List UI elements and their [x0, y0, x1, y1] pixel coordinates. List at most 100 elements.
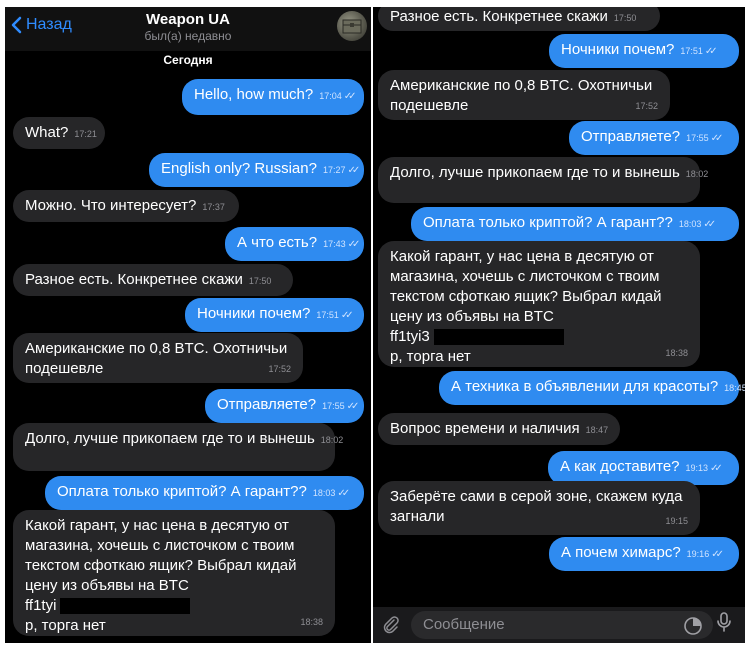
read-check-icon: ✓✓: [347, 165, 360, 176]
read-check-icon: ✓✓: [343, 91, 357, 102]
message-time: 18:38: [300, 617, 323, 627]
message-time: 18:45✓✓: [724, 383, 745, 393]
message-text: Можно. Что интересует?: [25, 197, 197, 214]
message-time: 17:55 ✓✓: [322, 401, 360, 412]
message-text: А как доставите?: [560, 458, 680, 475]
chat-header: Назад Weapon UA был(а) недавно: [5, 7, 371, 51]
message-text: English only? Russian?: [161, 160, 317, 177]
message-text: А почем химарс?: [561, 544, 681, 561]
outgoing-message[interactable]: А техника в объявлении для красоты? 18:45…: [439, 371, 745, 405]
incoming-message[interactable]: Американские по 0,8 BTC. Охотничьи подеше…: [13, 333, 303, 383]
message-line: подешевле: [25, 360, 104, 377]
crate-icon: [342, 19, 362, 34]
incoming-message[interactable]: Долго, лучше прикопаем где то и вынешь 18…: [378, 157, 708, 203]
message-time: 17:04 ✓✓: [319, 91, 357, 102]
message-time: 17:51 ✓✓: [680, 46, 718, 57]
message-time: 17:50: [248, 276, 272, 286]
incoming-message[interactable]: Какой гарант, у нас цена в десятую от маг…: [378, 241, 700, 367]
incoming-message[interactable]: Можно. Что интересует? 17:37: [13, 190, 239, 222]
date-separator: Сегодня: [163, 53, 213, 67]
message-text: Разное есть. Конкретнее скажи: [390, 8, 608, 25]
incoming-message[interactable]: Заберёте сами в серой зоне, скажем куда з…: [378, 481, 700, 535]
outgoing-message[interactable]: А что есть? 17:43 ✓✓: [225, 227, 364, 261]
read-check-icon: ✓✓: [711, 549, 724, 560]
avatar[interactable]: [337, 11, 367, 41]
message-text: Ночники почем?: [197, 305, 311, 322]
message-time: 17:52: [268, 364, 291, 374]
message-time: 18:03 ✓✓: [678, 219, 716, 230]
read-check-icon: ✓✓: [346, 401, 360, 412]
message-text: Оплата только криптой? А гарант??: [423, 214, 673, 231]
outgoing-message[interactable]: Hello, how much? 17:04 ✓✓: [182, 79, 364, 115]
message-time: 17:27 ✓✓: [322, 165, 360, 176]
message-text: Ночники почем?: [561, 41, 675, 58]
sticker-icon[interactable]: [683, 616, 703, 636]
message-composer: Сообщение: [373, 607, 745, 643]
message-text: Долго, лучше прикопаем где то и вынешь: [390, 164, 680, 181]
message-time: 18:47: [585, 425, 609, 435]
paperclip-icon[interactable]: [381, 615, 401, 635]
outgoing-message[interactable]: Ночники почем? 17:51 ✓✓: [549, 34, 739, 68]
incoming-message[interactable]: Разное есть. Конкретнее скажи 17:50: [13, 264, 293, 296]
outgoing-message[interactable]: Ночники почем? 17:51 ✓✓: [185, 298, 364, 332]
message-text: Разное есть. Конкретнее скажи: [25, 271, 243, 288]
message-line: цену из объявы на BTC: [25, 577, 189, 594]
message-time: 18:03 ✓✓: [312, 488, 350, 499]
message-time: 17:55 ✓✓: [686, 133, 724, 144]
message-text: Оплата только криптой? А гарант??: [57, 483, 307, 500]
message-line: Американские по 0,8 BTC. Охотничьи: [25, 340, 288, 357]
message-line: текстом сфоткаю ящик? Выбрал кидай: [25, 557, 297, 574]
message-time: 17:37: [202, 202, 225, 212]
message-input-placeholder: Сообщение: [423, 616, 505, 633]
last-seen-status: был(а) недавно: [144, 29, 232, 43]
message-text: What?: [25, 124, 69, 141]
outgoing-message[interactable]: А почем химарс? 19:16 ✓✓: [549, 537, 739, 571]
outgoing-message[interactable]: А как доставите? 19:13 ✓✓: [548, 451, 739, 485]
message-line: Заберёте сами в серой зоне, скажем куда: [390, 488, 683, 505]
message-text: Hello, how much?: [194, 86, 314, 103]
message-line: загнали: [390, 508, 445, 525]
message-time: 19:13 ✓✓: [685, 463, 723, 474]
message-time: 19:16 ✓✓: [686, 549, 724, 560]
chat-screenshot-left: Назад Weapon UA был(а) недавно Сегодня H…: [5, 7, 371, 643]
message-line: магазина, хочешь с листочком с твоим: [25, 537, 295, 554]
incoming-message[interactable]: Вопрос времени и наличия 18:47: [378, 413, 620, 445]
message-time: 17:43 ✓✓: [323, 239, 360, 250]
read-check-icon: ✓✓: [337, 488, 350, 499]
chat-title[interactable]: Weapon UA: [5, 11, 371, 28]
message-line: р, торга нет: [25, 617, 106, 634]
incoming-message[interactable]: Американские по 0,8 BTC. Охотничьи подеше…: [378, 70, 670, 120]
message-text: А техника в объявлении для красоты?: [451, 378, 719, 395]
incoming-message[interactable]: Разное есть. Конкретнее скажи 17:50: [378, 7, 660, 31]
message-line: ff1tyi3: [390, 327, 688, 347]
message-time: 19:15: [665, 516, 688, 526]
message-time: 18:02: [320, 435, 344, 445]
message-text: Долго, лучше прикопаем где то и вынешь: [25, 430, 315, 447]
message-line: Американские по 0,8 BTC. Охотничьи: [390, 77, 653, 94]
message-time: 17:51 ✓✓: [316, 310, 353, 321]
outgoing-message[interactable]: Оплата только криптой? А гарант?? 18:03 ✓✓: [45, 476, 364, 510]
message-line: подешевле: [390, 97, 469, 114]
message-line: текстом сфоткаю ящик? Выбрал кидай: [390, 288, 662, 305]
outgoing-message[interactable]: Отправляете? 17:55 ✓✓: [569, 121, 739, 155]
message-input[interactable]: Сообщение: [411, 611, 713, 639]
outgoing-message[interactable]: English only? Russian? 17:27 ✓✓: [149, 153, 364, 187]
microphone-icon[interactable]: [715, 611, 733, 633]
message-text: Отправляете?: [581, 128, 681, 145]
redaction-bar: [433, 329, 564, 346]
read-check-icon: ✓✓: [703, 219, 716, 230]
outgoing-message[interactable]: Оплата только криптой? А гарант?? 18:03 ✓✓: [411, 207, 739, 241]
message-time: 17:21: [74, 129, 97, 139]
message-text: Вопрос времени и наличия: [390, 420, 580, 437]
read-check-icon: ✓✓: [704, 46, 718, 57]
incoming-message[interactable]: Долго, лучше прикопаем где то и вынешь 18…: [13, 423, 343, 471]
message-line: ff1tyi: [25, 596, 323, 616]
message-time: 18:02: [685, 169, 709, 179]
message-line: цену из объявы на BTC: [390, 308, 554, 325]
outgoing-message[interactable]: Отправляете? 17:55 ✓✓: [205, 389, 364, 423]
message-line: Какой гарант, у нас цена в десятую от: [390, 248, 654, 265]
read-check-icon: ✓✓: [710, 133, 724, 144]
message-text: Отправляете?: [217, 396, 317, 413]
incoming-message[interactable]: Какой гарант, у нас цена в десятую от маг…: [13, 510, 335, 636]
incoming-message[interactable]: What? 17:21: [13, 117, 105, 149]
